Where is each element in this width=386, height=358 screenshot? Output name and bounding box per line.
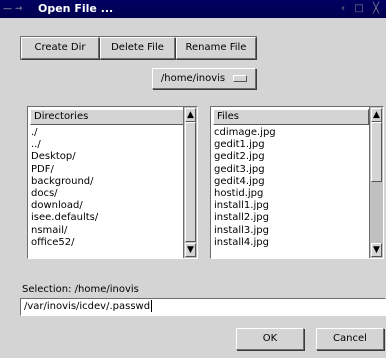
delete-file-button[interactable]: Delete File	[100, 37, 175, 59]
directories-item[interactable]: office52/	[31, 237, 98, 249]
directories-item[interactable]: ./	[31, 127, 98, 139]
path-option-menu[interactable]: /home/inovis	[152, 68, 256, 89]
rename-file-button[interactable]: Rename File	[176, 37, 256, 59]
files-item[interactable]: hostid.jpg	[214, 188, 276, 200]
scroll-up-arrow-icon[interactable]: ▲	[371, 108, 382, 122]
scroll-down-arrow-icon[interactable]: ▼	[185, 243, 196, 257]
files-item[interactable]: install1.jpg	[214, 200, 276, 212]
text-caret	[151, 300, 153, 312]
directories-item[interactable]: docs/	[31, 188, 98, 200]
directories-header[interactable]: Directories	[30, 109, 184, 125]
files-item[interactable]: gedit3.jpg	[214, 164, 276, 176]
directories-list[interactable]: ./../Desktop/PDF/background/docs/downloa…	[31, 127, 98, 249]
files-item[interactable]: install2.jpg	[214, 212, 276, 224]
directories-item[interactable]: download/	[31, 200, 98, 212]
files-panel: Files cdimage.jpg gedit1.jpg gedit2.jpg ged…	[210, 106, 384, 259]
window-title: Open File ...	[38, 2, 114, 15]
directories-scrollbar[interactable]: ▲ ▼	[183, 107, 197, 258]
files-item[interactable]: gedit2.jpg	[214, 151, 276, 163]
directories-item[interactable]: ../	[31, 139, 98, 151]
option-menu-indicator-icon	[233, 74, 248, 82]
files-scroll-thumb[interactable]	[371, 122, 382, 182]
files-scrollbar[interactable]: ▲ ▼	[369, 107, 383, 258]
files-item[interactable]: install3.jpg	[214, 225, 276, 237]
scroll-down-arrow-icon[interactable]: ▼	[371, 243, 382, 257]
window-menu-icon[interactable]: — ⇾	[3, 4, 37, 14]
create-dir-button[interactable]: Create Dir	[21, 37, 99, 59]
directories-item[interactable]: nsmail/	[31, 225, 98, 237]
selection-value: /var/inovis/icdev/.passwd	[24, 301, 151, 312]
directories-panel: Directories ./../Desktop/PDF/background/…	[27, 106, 198, 259]
title-bar[interactable]: — ⇾ Open File ... ‹ □ ╳	[0, 0, 386, 18]
window-controls-icon[interactable]: ‹ □ ╳	[341, 3, 382, 14]
cancel-button[interactable]: Cancel	[316, 328, 384, 350]
directories-item[interactable]: background/	[31, 176, 98, 188]
directories-item[interactable]: Desktop/	[31, 151, 98, 163]
selection-input[interactable]: /var/inovis/icdev/.passwd	[20, 298, 386, 316]
files-item[interactable]: install4.jpg	[214, 237, 276, 249]
files-header[interactable]: Files	[213, 109, 369, 125]
directories-item[interactable]: isee.defaults/	[31, 212, 98, 224]
directories-scroll-thumb[interactable]	[185, 122, 196, 242]
files-list[interactable]: cdimage.jpg gedit1.jpg gedit2.jpg gedit3.jp…	[214, 127, 276, 249]
scroll-up-arrow-icon[interactable]: ▲	[185, 108, 196, 122]
files-item[interactable]: cdimage.jpg	[214, 127, 276, 139]
files-item[interactable]: gedit4.jpg	[214, 176, 276, 188]
path-menu-label: /home/inovis	[160, 73, 226, 84]
ok-button[interactable]: OK	[236, 328, 304, 350]
selection-label: Selection: /home/inovis	[22, 284, 139, 295]
directories-item[interactable]: PDF/	[31, 164, 98, 176]
files-item[interactable]: gedit1.jpg	[214, 139, 276, 151]
